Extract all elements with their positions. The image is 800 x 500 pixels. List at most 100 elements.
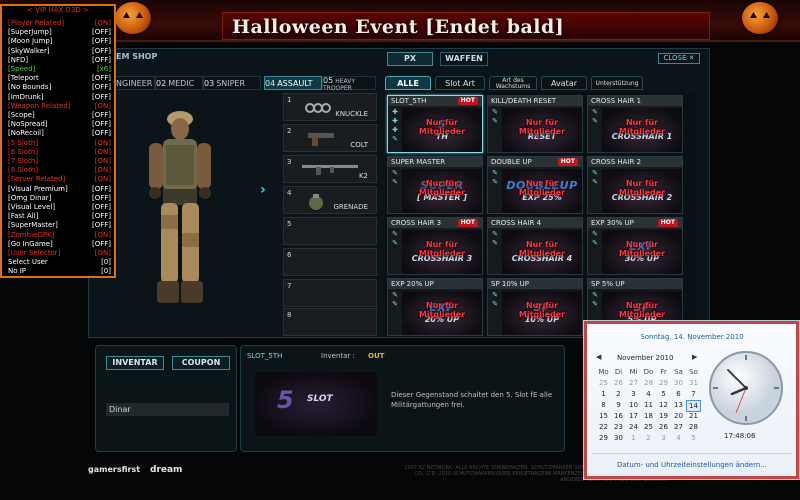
inventar-button[interactable]: INVENTAR: [106, 356, 164, 370]
calendar-day[interactable]: 6: [671, 389, 686, 399]
calendar-day[interactable]: 7: [686, 389, 701, 399]
tab-medic[interactable]: 02 MEDIC: [155, 76, 203, 90]
hack-menu-item[interactable]: [NFD] [OFF]: [8, 56, 111, 65]
calendar-day[interactable]: 9: [611, 400, 626, 410]
weapon-slot-6[interactable]: 6: [283, 248, 377, 276]
hack-menu-item[interactable]: [ImDrunk] [OFF]: [8, 93, 111, 102]
calendar-day[interactable]: 2: [641, 433, 656, 443]
hack-menu-item[interactable]: [No Bounds] [OFF]: [8, 83, 111, 92]
hack-menu-item[interactable]: [5 Sloth] [ON]: [8, 139, 111, 148]
calendar-day[interactable]: 24: [626, 422, 641, 432]
calendar-day[interactable]: 12: [656, 400, 671, 410]
weapon-slot-4[interactable]: 4 GRENADE: [283, 186, 377, 214]
calendar-day[interactable]: 21: [686, 411, 701, 421]
item-card[interactable]: SP 10% UP ✎ ✎ SP 10% UP Nur für Mitglieder: [487, 278, 583, 336]
hack-menu-item[interactable]: [SuperJump] [OFF]: [8, 28, 111, 37]
calendar-day[interactable]: 22: [596, 422, 611, 432]
tab-engineer[interactable]: ENGINEER: [110, 76, 155, 90]
hack-menu-item[interactable]: Select User [0]: [8, 258, 111, 267]
date-time-settings-link[interactable]: Datum- und Uhrzeiteinstellungen ändern..…: [584, 461, 800, 469]
calendar-day[interactable]: 1: [596, 389, 611, 399]
hack-menu-item[interactable]: [Fast All] [OFF]: [8, 212, 111, 221]
calendar-day[interactable]: 26: [611, 378, 626, 388]
calendar-day[interactable]: 3: [656, 433, 671, 443]
calendar-day[interactable]: 19: [656, 411, 671, 421]
calendar-day[interactable]: 29: [596, 433, 611, 443]
calendar-day[interactable]: 29: [656, 378, 671, 388]
calendar-day[interactable]: 28: [686, 422, 701, 432]
calendar-day[interactable]: 20: [671, 411, 686, 421]
item-card[interactable]: SLOT_5TH HOT ✚ ✚ ✚ ✎ 5 TH Nur für Mitglieder: [387, 95, 483, 153]
hack-menu-item[interactable]: [NoRecoil] [OFF]: [8, 129, 111, 138]
tab-slot-art[interactable]: Slot Art: [435, 76, 485, 90]
tab-unterstuetzung[interactable]: Unterstützung: [591, 76, 643, 90]
calendar-day[interactable]: 15: [596, 411, 611, 421]
item-card[interactable]: EXP 30% UP HOT ✎ ✎ EXP 30% UP Nur für Mitg…: [587, 217, 683, 275]
hack-menu-item[interactable]: [Speed] [x6]: [8, 65, 111, 74]
hack-menu-item[interactable]: [User Selector] [ON]: [8, 249, 111, 258]
calendar-day[interactable]: 25: [596, 378, 611, 388]
item-card[interactable]: CROSS HAIR 4 ✎ ✎ CROSSHAIR 4 Nur für Mitg…: [487, 217, 583, 275]
calendar-day[interactable]: 8: [596, 400, 611, 410]
calendar-day[interactable]: 25: [641, 422, 656, 432]
calendar-day[interactable]: 23: [611, 422, 626, 432]
hack-menu-item[interactable]: [Server Related] [ON]: [8, 175, 111, 184]
calendar-day[interactable]: 27: [671, 422, 686, 432]
tab-art-des-wachstums[interactable]: Art des Wachstums: [489, 76, 537, 90]
tab-avatar[interactable]: Avatar: [541, 76, 587, 90]
weapon-slot-1[interactable]: 1 KNUCKLE: [283, 93, 377, 121]
tab-px[interactable]: PX: [387, 52, 433, 66]
previous-month-button[interactable]: ◀: [596, 353, 601, 361]
item-card[interactable]: CROSS HAIR 2 ✎ ✎ CROSSHAIR 2 Nur für Mitg…: [587, 156, 683, 214]
hack-menu-item[interactable]: [SkyWalker] [OFF]: [8, 47, 111, 56]
hack-menu-item[interactable]: [Teleport [OFF]: [8, 74, 111, 83]
hack-menu-item[interactable]: [Moon Jump] [OFF]: [8, 37, 111, 46]
coupon-button[interactable]: COUPON: [172, 356, 230, 370]
calendar-day[interactable]: 17: [626, 411, 641, 421]
close-button[interactable]: CLOSE ✕: [658, 53, 700, 64]
weapon-slot-3[interactable]: 3 K2: [283, 155, 377, 183]
hack-menu-item[interactable]: [NoSpread] [OFF]: [8, 120, 111, 129]
calendar-day[interactable]: 10: [626, 400, 641, 410]
hack-menu-item[interactable]: [Visual Level] [OFF]: [8, 203, 111, 212]
hack-menu-item[interactable]: [ZombieOPK] [ON]: [8, 231, 111, 240]
hack-menu-item[interactable]: [7 Sloth] [ON]: [8, 157, 111, 166]
calendar-day[interactable]: 13: [671, 400, 686, 410]
item-card[interactable]: CROSS HAIR 1 ✎ ✎ CROSSHAIR 1 Nur für Mitg…: [587, 95, 683, 153]
item-card[interactable]: EXP 20% UP ✎ ✎ EXP 20% UP Nur für Mitglied…: [387, 278, 483, 336]
calendar-day[interactable]: 11: [641, 400, 656, 410]
calendar-day[interactable]: 5: [686, 433, 701, 443]
hack-menu-item[interactable]: [Omg Dinar] [OFF]: [8, 194, 111, 203]
hack-menu-item[interactable]: No IP [0]: [8, 267, 111, 276]
calendar-day[interactable]: 4: [641, 389, 656, 399]
calendar-day[interactable]: 1: [626, 433, 641, 443]
calendar-day[interactable]: 2: [611, 389, 626, 399]
tab-sniper[interactable]: 03 SNIPER: [203, 76, 261, 90]
calendar-day[interactable]: 5: [656, 389, 671, 399]
tab-alle[interactable]: ALLE: [385, 76, 431, 90]
weapon-slot-8[interactable]: 8: [283, 308, 377, 336]
tab-assault[interactable]: 04 ASSAULT: [264, 76, 322, 90]
calendar-day[interactable]: 16: [611, 411, 626, 421]
calendar-full-date[interactable]: Sonntag, 14. November 2010: [584, 333, 800, 341]
calendar-day[interactable]: 4: [671, 433, 686, 443]
tab-waffen[interactable]: WAFFEN: [440, 52, 488, 66]
weapon-slot-7[interactable]: 7: [283, 279, 377, 307]
calendar-day[interactable]: 28: [641, 378, 656, 388]
calendar-month[interactable]: November 2010: [617, 354, 673, 362]
calendar-day[interactable]: 3: [626, 389, 641, 399]
hack-menu-item[interactable]: [Visual Premium] [OFF]: [8, 185, 111, 194]
hack-menu-item[interactable]: [Weapon Related] [ON]: [8, 102, 111, 111]
hack-menu-item[interactable]: [Player Related] [ON]: [8, 19, 111, 28]
item-card[interactable]: KILL/DEATH RESET ✎ ✎ RESET Nur für Mitgli…: [487, 95, 583, 153]
tab-heavy-trooper[interactable]: 05 HEAVY TROOPER: [322, 76, 376, 92]
calendar-day[interactable]: 27: [626, 378, 641, 388]
calendar-day[interactable]: 26: [656, 422, 671, 432]
hack-menu-item[interactable]: [Scope] [OFF]: [8, 111, 111, 120]
next-month-button[interactable]: ▶: [692, 353, 697, 361]
chevron-right-icon[interactable]: ›: [260, 182, 266, 198]
item-card[interactable]: CROSS HAIR 3 HOT ✎ ✎ CROSSHAIR 3 Nur für …: [387, 217, 483, 275]
calendar-day[interactable]: 30: [671, 378, 686, 388]
weapon-slot-2[interactable]: 2 COLT: [283, 124, 377, 152]
hack-menu-item[interactable]: [Go InGame] [OFF]: [8, 240, 111, 249]
